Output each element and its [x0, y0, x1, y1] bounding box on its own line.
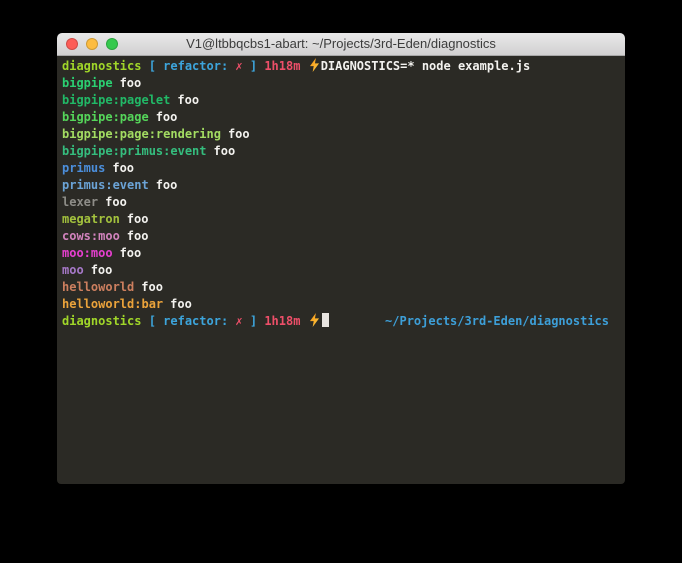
log-output: bigpipe foo bigpipe:pagelet foo bigpipe:pa… — [62, 75, 619, 313]
log-line: helloworld foo — [62, 279, 619, 296]
lightning-bolt-icon — [309, 58, 320, 72]
text-cursor — [322, 313, 329, 327]
prompt-app: diagnostics — [62, 314, 141, 328]
log-message: foo — [91, 263, 113, 277]
terminal-window: V1@ltbbqcbs1-abart: ~/Projects/3rd-Eden/… — [57, 33, 625, 484]
log-namespace: bigpipe:primus:event — [62, 144, 207, 158]
prompt-duration: 1h18m — [264, 314, 300, 328]
prompt-vcs-open: [ refactor: — [141, 59, 235, 73]
log-line: bigpipe foo — [62, 75, 619, 92]
log-line: primus:event foo — [62, 177, 619, 194]
log-namespace: moo:moo — [62, 246, 113, 260]
minimize-button[interactable] — [86, 38, 98, 50]
prompt-vcs-status: ✗ — [235, 59, 242, 73]
log-message: foo — [105, 195, 127, 209]
log-message: foo — [214, 144, 236, 158]
prompt-line-active: diagnostics [ refactor: ✗ ] 1h18m ~/Proj… — [62, 313, 619, 330]
rprompt-path: ~/Projects/3rd-Eden/diagnostics — [385, 313, 609, 330]
prompt-space — [300, 314, 307, 328]
prompt-vcs-status: ✗ — [235, 314, 242, 328]
prompt-line: diagnostics [ refactor: ✗ ] 1h18m DIAGNO… — [62, 58, 619, 75]
log-namespace: bigpipe:page — [62, 110, 149, 124]
log-namespace: helloworld — [62, 280, 134, 294]
log-line: bigpipe:page:rendering foo — [62, 126, 619, 143]
terminal-content[interactable]: diagnostics [ refactor: ✗ ] 1h18m DIAGNO… — [57, 56, 625, 484]
log-message: foo — [228, 127, 250, 141]
log-line: primus foo — [62, 160, 619, 177]
desktop-background: V1@ltbbqcbs1-abart: ~/Projects/3rd-Eden/… — [0, 0, 682, 563]
log-namespace: cows:moo — [62, 229, 120, 243]
prompt-space — [300, 59, 307, 73]
log-line: moo:moo foo — [62, 245, 619, 262]
log-message: foo — [170, 297, 192, 311]
log-namespace: primus — [62, 161, 105, 175]
log-message: foo — [120, 246, 142, 260]
log-line: bigpipe:pagelet foo — [62, 92, 619, 109]
log-message: foo — [112, 161, 134, 175]
log-message: foo — [156, 178, 178, 192]
log-message: foo — [127, 212, 149, 226]
log-namespace: moo — [62, 263, 84, 277]
log-namespace: megatron — [62, 212, 120, 226]
log-line: bigpipe:page foo — [62, 109, 619, 126]
prompt-vcs-open: [ refactor: — [141, 314, 235, 328]
log-namespace: bigpipe:pagelet — [62, 93, 170, 107]
log-namespace: helloworld:bar — [62, 297, 163, 311]
log-message: foo — [120, 76, 142, 90]
log-line: moofoo — [62, 262, 619, 279]
log-message: foo — [177, 93, 199, 107]
prompt-app: diagnostics — [62, 59, 141, 73]
prompt-vcs-close: ] — [243, 314, 265, 328]
zoom-button[interactable] — [106, 38, 118, 50]
log-namespace: bigpipe — [62, 76, 113, 90]
command-text: DIAGNOSTICS=* node example.js — [321, 59, 531, 73]
log-message: foo — [156, 110, 178, 124]
prompt-vcs-close: ] — [243, 59, 265, 73]
log-line: cows:moo foo — [62, 228, 619, 245]
log-namespace: lexer — [62, 195, 98, 209]
log-line: lexer foo — [62, 194, 619, 211]
log-line: bigpipe:primus:event foo — [62, 143, 619, 160]
lightning-bolt-icon — [309, 313, 320, 327]
window-titlebar[interactable]: V1@ltbbqcbs1-abart: ~/Projects/3rd-Eden/… — [57, 33, 625, 56]
log-line: megatron foo — [62, 211, 619, 228]
prompt-duration: 1h18m — [264, 59, 300, 73]
log-namespace: bigpipe:page:rendering — [62, 127, 221, 141]
log-namespace: primus:event — [62, 178, 149, 192]
log-message: foo — [141, 280, 163, 294]
close-button[interactable] — [66, 38, 78, 50]
log-message: foo — [127, 229, 149, 243]
window-title: V1@ltbbqcbs1-abart: ~/Projects/3rd-Eden/… — [57, 33, 625, 55]
log-line: helloworld:bar foo — [62, 296, 619, 313]
